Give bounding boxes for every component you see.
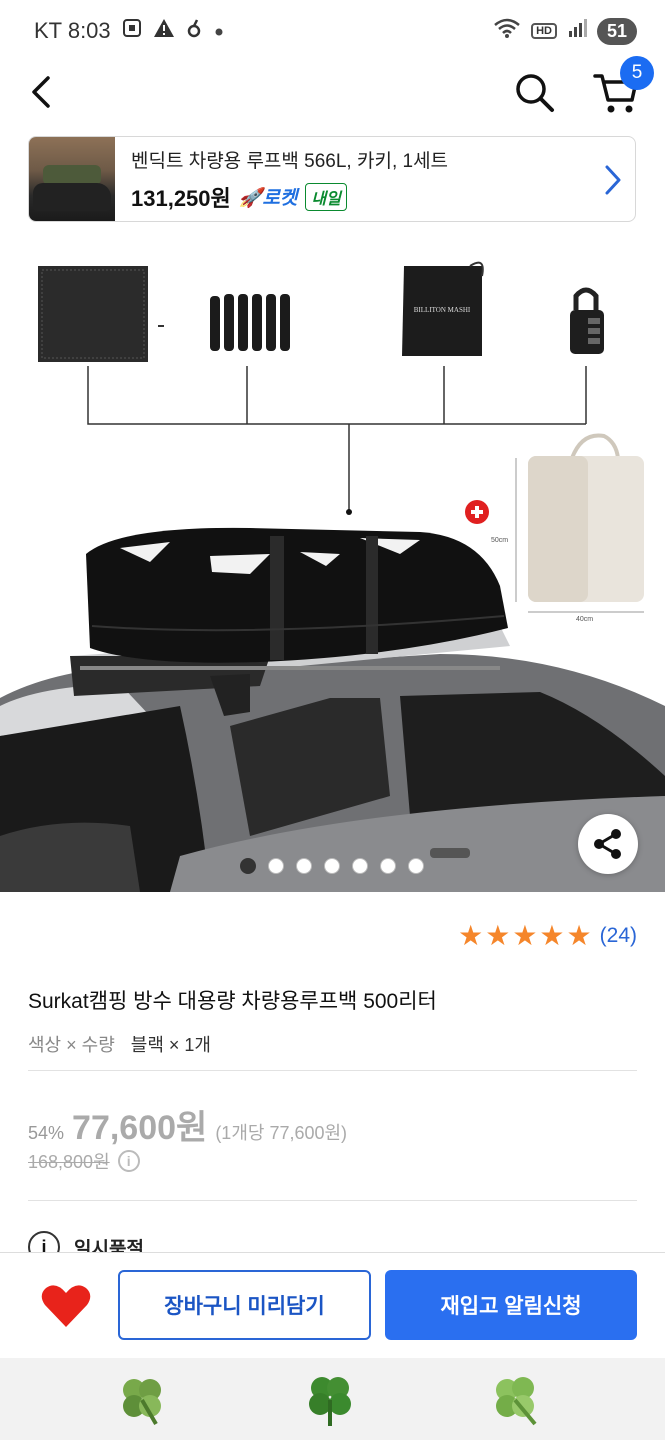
star-icon: ★ — [512, 920, 538, 951]
thumbnail-roof-bag — [43, 165, 101, 185]
status-bar: KT 8:03 HD 51 — [0, 0, 665, 62]
star-icon: ★ — [539, 920, 565, 951]
battery-indicator: 51 — [596, 17, 637, 45]
heart-icon — [41, 1285, 91, 1327]
stock-status: 일시품절 — [74, 1238, 144, 1253]
warning-icon — [153, 17, 175, 45]
unit-price: (1개당 77,600원) — [215, 1123, 348, 1143]
back-clover-icon[interactable] — [485, 1370, 545, 1430]
signal-icon — [567, 17, 587, 45]
more-notifications-icon — [213, 18, 225, 44]
recent-apps-clover-icon[interactable] — [112, 1370, 172, 1430]
organizer-bag-image: 50cm 40cm — [491, 433, 644, 623]
info-icon: i — [28, 1231, 60, 1252]
price-row: 54% 77,600원 (1개당 77,600원) — [28, 1100, 347, 1149]
carrier-time: KT 8:03 — [34, 18, 111, 43]
sale-price: 77,600원 — [72, 1109, 208, 1147]
wishlist-button[interactable] — [40, 1283, 92, 1329]
carousel-dot[interactable] — [352, 858, 368, 874]
carousel-dot[interactable] — [240, 858, 256, 874]
app-header: 5 — [0, 56, 665, 124]
stock-status-row: i 일시품절 — [28, 1230, 144, 1252]
star-icon: ★ — [458, 920, 484, 951]
carousel-dot[interactable] — [324, 858, 340, 874]
carousel-dot[interactable] — [408, 858, 424, 874]
chevron-right-icon — [605, 165, 621, 195]
recommended-product-info: 벤딕트 차량용 루프백 566L, 카키, 1세트 131,250원 🚀로켓 내… — [131, 146, 448, 213]
restock-alert-button[interactable]: 재입고 알림신청 — [385, 1270, 637, 1340]
add-to-cart-button[interactable]: 장바구니 미리담기 — [118, 1270, 371, 1340]
delivery-tomorrow-badge: 내일 — [305, 182, 347, 211]
app-notification-icon — [185, 17, 203, 45]
rocket-delivery-badge: 🚀로켓 — [238, 188, 298, 209]
star-icon: ★ — [485, 920, 511, 951]
carousel-dot[interactable] — [268, 858, 284, 874]
storage-bag-image: BILLITON MASHI — [402, 261, 484, 356]
mesh-mat-image — [38, 266, 148, 362]
carousel-pagination — [240, 858, 424, 874]
discount-rate: 54% — [28, 1123, 65, 1143]
recommended-product-price-row: 131,250원 🚀로켓 내일 — [131, 181, 448, 213]
status-right: HD 51 — [493, 17, 637, 45]
back-button[interactable] — [22, 72, 62, 112]
option-row[interactable]: 색상 × 수량 블랙 × 1개 — [28, 1031, 211, 1057]
svg-text:BILLITON MASHI: BILLITON MASHI — [414, 306, 471, 314]
product-image: BILLITON MASHI 50cm 40cm — [0, 261, 665, 892]
system-navigation-bar — [0, 1358, 665, 1440]
cart-count-badge: 5 — [620, 56, 654, 90]
recommended-product-title: 벤딕트 차량용 루프백 566L, 카키, 1세트 — [131, 150, 449, 172]
product-title: Surkat캠핑 방수 대용량 차량용루프백 500리터 — [28, 990, 437, 1013]
connector-lines — [87, 366, 587, 512]
original-price: 168,800원 — [28, 1152, 110, 1172]
share-button[interactable] — [578, 814, 638, 874]
divider — [28, 1200, 637, 1201]
svg-text:50cm: 50cm — [491, 537, 508, 544]
review-count[interactable]: (24) — [600, 924, 637, 948]
thumbnail-car — [33, 183, 111, 211]
share-icon — [594, 829, 621, 859]
status-left: KT 8:03 — [34, 17, 225, 45]
option-value: 블랙 × 1개 — [130, 1035, 211, 1055]
star-icon: ★ — [566, 920, 592, 951]
carousel-dot[interactable] — [296, 858, 312, 874]
recommended-product-price: 131,250원 — [131, 185, 231, 211]
svg-text:40cm: 40cm — [576, 616, 593, 623]
info-icon[interactable]: i — [117, 1150, 140, 1172]
bottom-action-bar: 장바구니 미리담기 재입고 알림신청 — [0, 1252, 665, 1358]
product-image-carousel[interactable]: BILLITON MASHI 50cm 40cm — [0, 236, 665, 892]
divider — [28, 1070, 637, 1071]
home-clover-icon[interactable] — [300, 1370, 360, 1430]
wifi-icon — [493, 17, 521, 45]
combination-lock-image — [570, 287, 604, 354]
original-price-row: 168,800원 i — [28, 1148, 140, 1174]
option-label: 색상 × 수량 — [28, 1035, 115, 1055]
straps-image — [210, 294, 290, 351]
search-icon — [516, 74, 554, 112]
screenshot-icon — [121, 17, 143, 45]
recommended-product-card[interactable]: 벤딕트 차량용 루프백 566L, 카키, 1세트 131,250원 🚀로켓 내… — [28, 136, 636, 222]
chevron-left-icon — [32, 76, 50, 108]
hd-voice-icon: HD — [531, 23, 557, 39]
carousel-dot[interactable] — [380, 858, 396, 874]
recommended-product-thumbnail — [29, 137, 115, 221]
search-button[interactable] — [512, 70, 556, 114]
rating-summary[interactable]: ★ ★ ★ ★ ★ (24) — [458, 922, 637, 950]
